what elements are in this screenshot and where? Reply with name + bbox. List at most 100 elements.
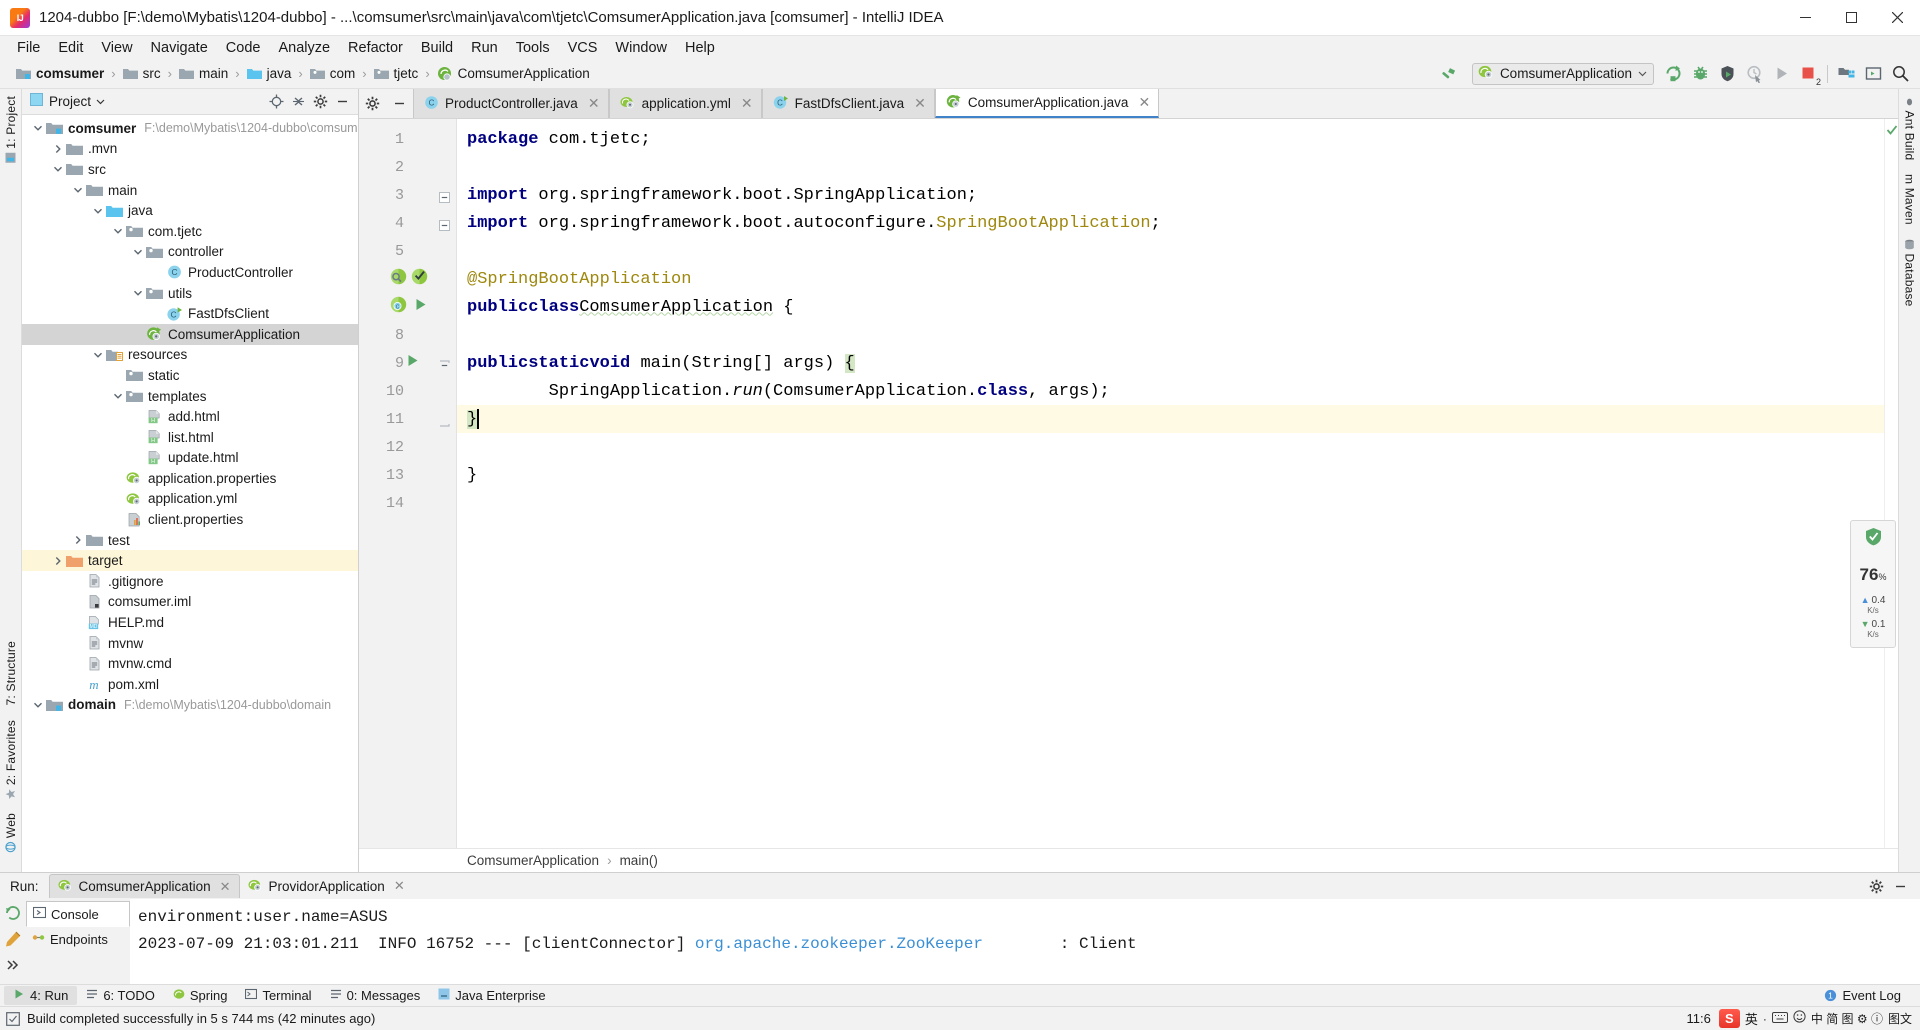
- run-gutter-icon[interactable]: [405, 353, 420, 373]
- breadcrumb-com[interactable]: com: [306, 64, 360, 83]
- ime-language[interactable]: 英: [1745, 1009, 1758, 1028]
- gutter-line[interactable]: 10: [359, 377, 456, 405]
- fold-marker[interactable]: [439, 218, 450, 231]
- toolstrip-todo[interactable]: 6: TODO: [77, 986, 164, 1005]
- tree-item-fastdfsclient[interactable]: C FastDfsClient: [22, 303, 358, 324]
- project-tree[interactable]: comsumer F:\demo\Mybatis\1204-dubbo\comsu…: [22, 115, 358, 872]
- code-line[interactable]: public class ComsumerApplication {: [457, 293, 1884, 321]
- breadcrumb-tjetc[interactable]: tjetc: [370, 64, 423, 83]
- code-line[interactable]: [457, 433, 1884, 461]
- gutter-line[interactable]: 4: [359, 209, 456, 237]
- menu-analyze[interactable]: Analyze: [269, 39, 339, 57]
- menu-window[interactable]: Window: [606, 39, 676, 57]
- sidebar-tab-web[interactable]: Web: [1, 806, 21, 860]
- close-button[interactable]: [1874, 0, 1920, 36]
- tree-expand-arrow[interactable]: [30, 697, 46, 713]
- toolstrip-run[interactable]: 4: Run: [4, 986, 78, 1005]
- maximize-button[interactable]: [1828, 0, 1874, 36]
- tree-expand-arrow[interactable]: [90, 203, 106, 219]
- ime-tray[interactable]: 图文: [1888, 1010, 1912, 1027]
- editor-tab-applicationyml[interactable]: application.yml ✕: [608, 89, 762, 118]
- breadcrumb-class[interactable]: ComsumerApplication: [467, 853, 599, 868]
- tree-item-utils[interactable]: utils: [22, 283, 358, 304]
- code-line[interactable]: }: [457, 461, 1884, 489]
- ime-indicator[interactable]: S 英 · 中 简 图 ⚙ ⓘ 图文: [1718, 1009, 1912, 1028]
- tree-item-resources[interactable]: resources: [22, 345, 358, 366]
- run-button[interactable]: [1660, 61, 1687, 87]
- tree-expand-arrow[interactable]: [50, 161, 66, 177]
- tree-expand-arrow[interactable]: [70, 182, 86, 198]
- tree-item-update-html[interactable]: Hupdate.html: [22, 448, 358, 469]
- fold-marker[interactable]: [439, 358, 450, 369]
- fold-marker[interactable]: [439, 134, 450, 145]
- gutter-line[interactable]: 11: [359, 405, 456, 433]
- tree-item-add-html[interactable]: Hadd.html: [22, 406, 358, 427]
- gear-icon[interactable]: [359, 89, 386, 118]
- menu-code[interactable]: Code: [217, 39, 270, 57]
- tree-expand-arrow[interactable]: [130, 285, 146, 301]
- gutter-line[interactable]: 14: [359, 489, 456, 517]
- editor-gutter[interactable]: 1234567C891011121314: [359, 119, 457, 848]
- tree-item-target[interactable]: target: [22, 550, 358, 572]
- code-line[interactable]: import org.springframework.boot.SpringAp…: [457, 181, 1884, 209]
- code-line[interactable]: [457, 321, 1884, 349]
- console-tab-endpoints[interactable]: Endpoints: [26, 927, 130, 951]
- build-hammer-icon[interactable]: [1435, 61, 1462, 87]
- build-status-icon[interactable]: [6, 1011, 20, 1026]
- code-line[interactable]: [457, 489, 1884, 517]
- pencil-icon[interactable]: [3, 929, 23, 949]
- tree-item-test[interactable]: test: [22, 530, 358, 551]
- tree-expand-arrow[interactable]: [30, 120, 46, 136]
- sidebar-tab-favorites[interactable]: 2: Favorites: [1, 713, 21, 807]
- tree-expand-arrow[interactable]: [90, 347, 106, 363]
- tree-item-pom-xml[interactable]: m pom.xml: [22, 674, 358, 695]
- sogou-ime-icon[interactable]: S: [1718, 1009, 1740, 1028]
- tree-item-application-yml[interactable]: application.yml: [22, 489, 358, 510]
- run-tab-comsumerapplication[interactable]: ComsumerApplication ✕: [48, 874, 240, 898]
- rerun-play-button[interactable]: [1768, 61, 1795, 87]
- run-configuration-selector[interactable]: ComsumerApplication: [1471, 62, 1654, 85]
- tree-item-comsumerapplication[interactable]: ComsumerApplication: [22, 323, 358, 345]
- breadcrumb-java[interactable]: java: [243, 64, 296, 83]
- fold-marker[interactable]: [439, 246, 450, 257]
- tree-item-templates[interactable]: templates: [22, 386, 358, 407]
- gear-icon[interactable]: [310, 92, 330, 112]
- run-gutter-icon[interactable]: [413, 297, 428, 317]
- tree-expand-arrow[interactable]: [50, 553, 66, 569]
- menu-navigate[interactable]: Navigate: [142, 39, 217, 57]
- close-icon[interactable]: ✕: [394, 878, 405, 894]
- tree-item-mvn[interactable]: .mvn: [22, 139, 358, 160]
- tree-item-static[interactable]: static: [22, 365, 358, 386]
- tree-item-src[interactable]: src: [22, 159, 358, 180]
- crosshair-target-icon[interactable]: [266, 92, 286, 112]
- sidebar-tab-structure[interactable]: 7: Structure: [1, 634, 21, 712]
- tree-item-list-html[interactable]: Hlist.html: [22, 427, 358, 448]
- menu-run[interactable]: Run: [462, 39, 507, 57]
- code-line[interactable]: [457, 153, 1884, 181]
- code-line[interactable]: import org.springframework.boot.autoconf…: [457, 209, 1884, 237]
- tree-expand-arrow[interactable]: [70, 532, 86, 548]
- gutter-line[interactable]: 9: [359, 349, 456, 377]
- fold-marker[interactable]: [439, 442, 450, 453]
- breadcrumb-method[interactable]: main(): [620, 853, 658, 868]
- close-icon[interactable]: ✕: [220, 879, 231, 895]
- sidebar-tab-project[interactable]: 1: Project: [1, 89, 21, 170]
- fold-marker[interactable]: [439, 470, 450, 481]
- fold-marker[interactable]: [439, 302, 450, 313]
- close-icon[interactable]: ✕: [741, 95, 753, 112]
- gutter-line[interactable]: 13: [359, 461, 456, 489]
- tree-expand-arrow[interactable]: [130, 244, 146, 260]
- tree-item-domain[interactable]: domain F:\demo\Mybatis\1204-dubbo\domain: [22, 695, 358, 716]
- tree-item-comsumer-iml[interactable]: comsumer.iml: [22, 592, 358, 613]
- chevron-down-icon[interactable]: [96, 93, 105, 111]
- toolstrip-terminal[interactable]: Terminal: [236, 986, 320, 1005]
- editor-tab-fastdfsclient[interactable]: C FastDfsClient.java ✕: [761, 89, 935, 118]
- run-with-coverage-button[interactable]: [1714, 61, 1741, 87]
- hide-editor-icon[interactable]: [386, 89, 413, 118]
- keyboard-icon[interactable]: [1771, 1010, 1788, 1028]
- tree-item-com-tjetc[interactable]: com.tjetc: [22, 221, 358, 242]
- gutter-line[interactable]: 1: [359, 125, 456, 153]
- terminal-window-button[interactable]: [1860, 61, 1887, 87]
- gutter-line[interactable]: 7C: [359, 293, 456, 321]
- spring-bean-search-icon[interactable]: [389, 267, 408, 291]
